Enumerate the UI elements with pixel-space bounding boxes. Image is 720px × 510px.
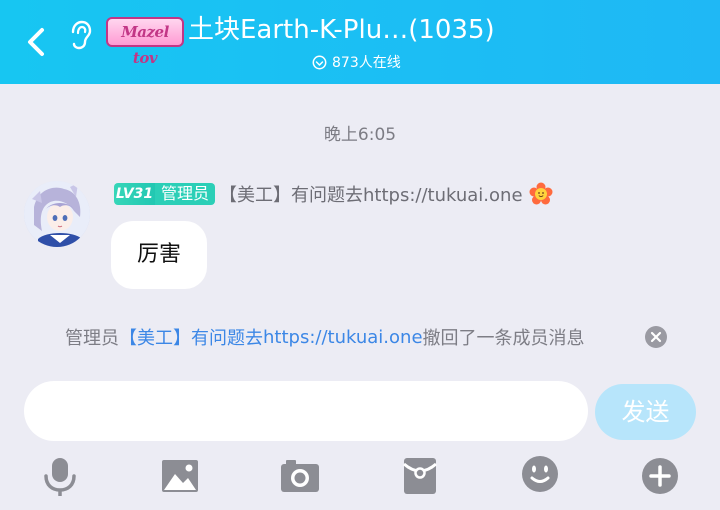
chevron-left-icon[interactable] [22, 22, 52, 62]
red-packet-icon[interactable] [400, 452, 440, 498]
recall-suffix: 撤回了一条成员消息 [422, 328, 585, 349]
role-badge: 管理员 [155, 183, 216, 205]
image-icon[interactable] [160, 452, 200, 498]
anime-avatar-image [24, 181, 90, 247]
online-circle-icon [312, 55, 327, 69]
camera-icon[interactable] [280, 452, 320, 498]
message-timestamp: 晚上6:05 [323, 125, 397, 145]
sender-name[interactable]: 【美工】有问题去https://tukuai.one [219, 181, 523, 207]
group-badge: Mazel tov [106, 17, 184, 67]
message-sender-row[interactable]: LV31 管理员 【美工】有问题去https://tukuai.one [114, 180, 553, 208]
chat-header: Mazel tov 土块Earth-K-Plu…(1035) 873人在线 [0, 0, 720, 84]
chat-title[interactable]: 土块Earth-K-Plu…(1035) [188, 12, 548, 48]
plus-icon[interactable] [640, 452, 680, 498]
message-input[interactable] [24, 381, 588, 441]
close-icon[interactable] [645, 326, 667, 348]
message-bubble[interactable]: 厉害 [111, 221, 207, 289]
recall-notice: 管理员 【美工】有问题去 https://tukuai.one 撤回了一条成员消… [65, 324, 585, 350]
ear-icon[interactable] [66, 18, 92, 52]
online-count[interactable]: 873人在线 [312, 52, 401, 72]
emoji-icon[interactable] [520, 452, 560, 498]
microphone-icon[interactable] [40, 452, 80, 498]
online-count-label: 873人在线 [332, 55, 401, 71]
flower-icon [529, 182, 553, 205]
recall-member-link[interactable]: https://tukuai.one [263, 327, 423, 348]
recall-prefix: 管理员 [65, 328, 119, 349]
recall-member-name[interactable]: 【美工】有问题去 [119, 324, 263, 350]
level-badge: LV31 [114, 183, 155, 205]
send-button[interactable]: 发送 [595, 384, 696, 440]
avatar[interactable] [24, 181, 90, 247]
